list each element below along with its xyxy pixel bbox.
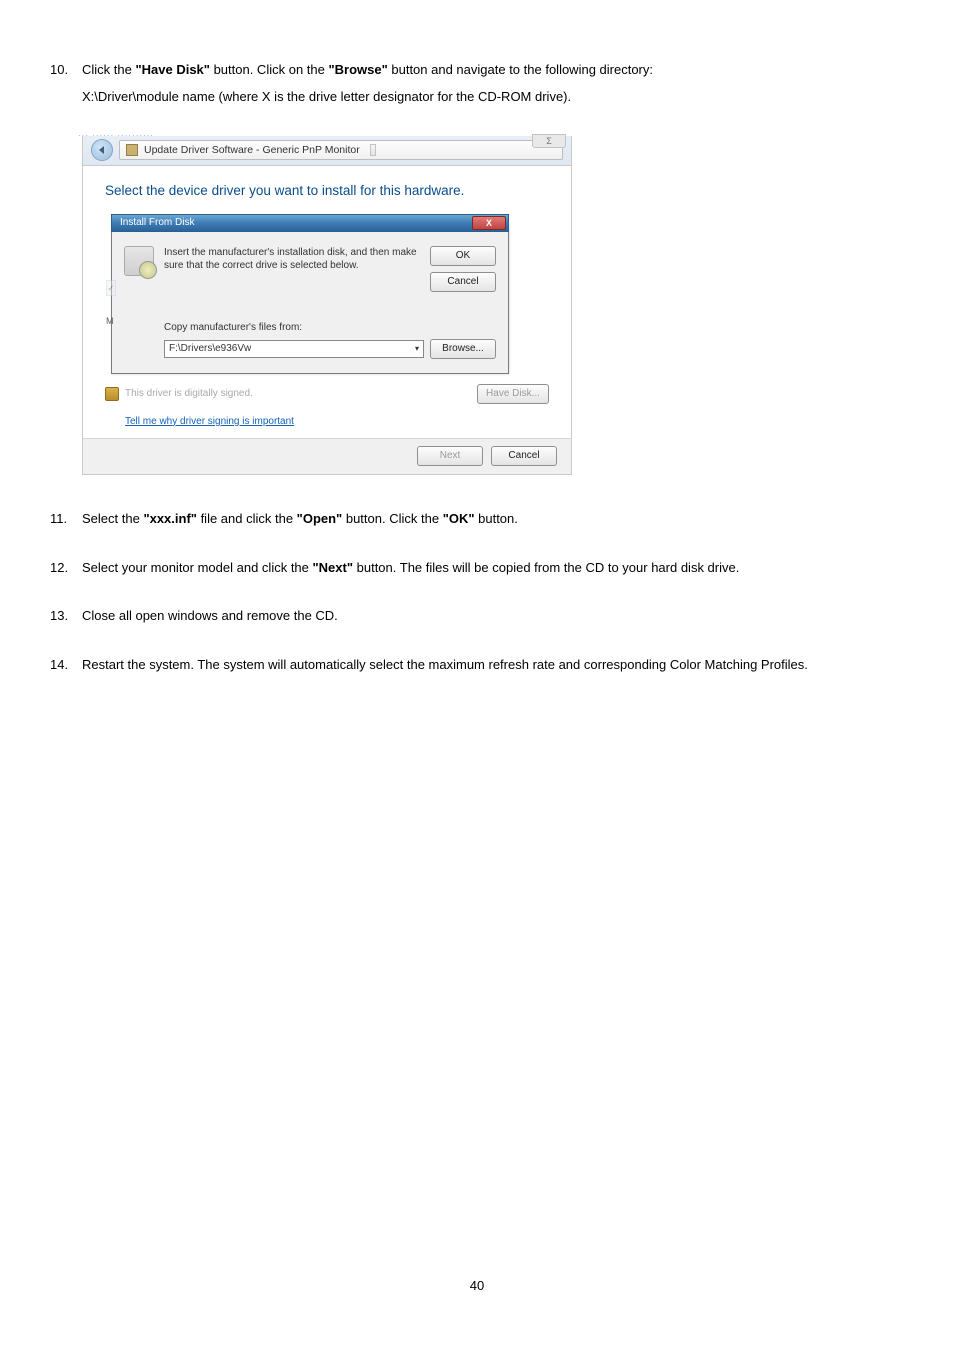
path-value: F:\Drivers\e936Vw: [169, 341, 251, 357]
window-trail-decoration: ··· ······ ··········: [78, 130, 154, 143]
signed-text: This driver is digitally signed.: [125, 386, 471, 402]
text: button.: [475, 511, 518, 526]
bold-text: "Have Disk": [135, 62, 209, 77]
chevron-down-icon[interactable]: ▾: [415, 341, 419, 357]
step-13: 13. Close all open windows and remove th…: [50, 606, 904, 627]
step-number: 13.: [50, 606, 82, 627]
install-from-disk-dialog: Install From Disk X ✓ M Insert the manuf…: [111, 223, 509, 374]
ok-button[interactable]: OK: [430, 246, 496, 266]
cancel-button[interactable]: Cancel: [430, 272, 496, 292]
text: button. The files will be copied from th…: [353, 560, 739, 575]
inner-dialog-title: Install From Disk: [120, 214, 194, 232]
window-close-button[interactable]: Σ: [532, 134, 566, 148]
text: file and click the: [197, 511, 297, 526]
inner-dialog-titlebar: Install From Disk X: [111, 214, 509, 232]
folder-icon: [126, 144, 138, 156]
step-10: 10. Click the "Have Disk" button. Click …: [50, 60, 904, 108]
step-number: 14.: [50, 655, 82, 676]
step-14: 14. Restart the system. The system will …: [50, 655, 904, 676]
text: X:\Driver\module name (where X is the dr…: [82, 87, 904, 108]
dialog-footer: Next Cancel: [83, 438, 571, 474]
back-button[interactable]: [91, 139, 113, 161]
breadcrumb[interactable]: Update Driver Software - Generic PnP Mon…: [119, 140, 563, 160]
driver-signing-link[interactable]: Tell me why driver signing is important: [125, 414, 549, 430]
breadcrumb-dropdown-icon[interactable]: [370, 144, 376, 156]
browse-button[interactable]: Browse...: [430, 339, 496, 359]
page-number: 40: [50, 1276, 904, 1297]
step-12: 12. Select your monitor model and click …: [50, 558, 904, 579]
step-number: 10.: [50, 60, 82, 108]
have-disk-button[interactable]: Have Disk...: [477, 384, 549, 404]
text: Insert the manufacturer's installation d…: [164, 247, 417, 258]
close-icon[interactable]: X: [472, 216, 506, 230]
step-body: Click the "Have Disk" button. Click on t…: [82, 60, 904, 108]
shield-icon: [105, 387, 119, 401]
text: button and navigate to the following dir…: [388, 62, 653, 77]
inner-message: Insert the manufacturer's installation d…: [164, 246, 420, 292]
disk-icon: [124, 246, 154, 276]
step-body: Restart the system. The system will auto…: [82, 655, 904, 676]
screenshot-embed: ··· ······ ·········· Σ Update Driver So…: [82, 136, 904, 475]
nav-bar: Update Driver Software - Generic PnP Mon…: [83, 136, 571, 166]
step-number: 11.: [50, 509, 82, 530]
bold-text: "Next": [313, 560, 354, 575]
text: Select the: [82, 511, 143, 526]
section-title: Select the device driver you want to ins…: [105, 180, 549, 202]
text: Select your monitor model and click the: [82, 560, 313, 575]
text-fragment: M: [106, 314, 116, 328]
text: button. Click the: [342, 511, 442, 526]
step-number: 12.: [50, 558, 82, 579]
step-body: Select the "xxx.inf" file and click the …: [82, 509, 904, 530]
text: sure that the correct drive is selected …: [164, 260, 359, 271]
step-body: Close all open windows and remove the CD…: [82, 606, 904, 627]
bold-text: "OK": [443, 511, 475, 526]
windows-dialog: ··· ······ ·········· Σ Update Driver So…: [82, 136, 572, 475]
cancel-button[interactable]: Cancel: [491, 446, 557, 466]
bold-text: "Open": [297, 511, 343, 526]
text: button. Click on the: [210, 62, 329, 77]
background-list-fragment: ✓ M: [106, 280, 116, 329]
breadcrumb-text: Update Driver Software - Generic PnP Mon…: [144, 142, 360, 159]
path-input[interactable]: F:\Drivers\e936Vw ▾: [164, 340, 424, 358]
step-11: 11. Select the "xxx.inf" file and click …: [50, 509, 904, 530]
text: Click the: [82, 62, 135, 77]
bold-text: "Browse": [328, 62, 387, 77]
step-body: Select your monitor model and click the …: [82, 558, 904, 579]
copy-from-label: Copy manufacturer's files from:: [164, 320, 496, 336]
bold-text: "xxx.inf": [143, 511, 197, 526]
check-icon: ✓: [106, 280, 116, 296]
next-button[interactable]: Next: [417, 446, 483, 466]
